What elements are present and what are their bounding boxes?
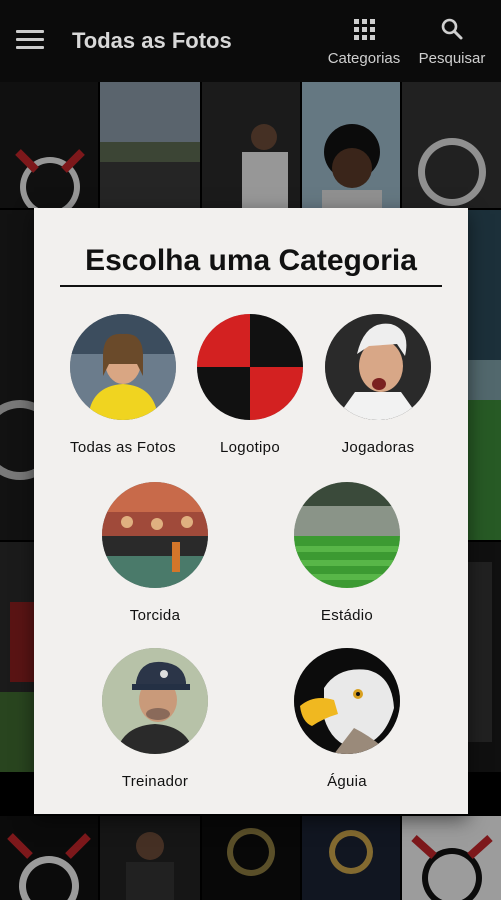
category-label: Águia xyxy=(327,773,367,790)
app-bar: Todas as Fotos Categorias Pesquisar xyxy=(0,0,501,82)
category-image xyxy=(294,648,400,754)
category-label: Todas as Fotos xyxy=(70,439,176,456)
search-icon xyxy=(414,16,490,42)
hamburger-menu-icon[interactable] xyxy=(16,30,44,50)
category-label: Treinador xyxy=(121,773,189,790)
category-image xyxy=(197,314,303,420)
category-image xyxy=(70,314,176,420)
grid-icon xyxy=(322,16,406,42)
category-image xyxy=(325,314,431,420)
category-image xyxy=(102,648,208,754)
app-title: Todas as Fotos xyxy=(72,28,232,53)
category-label: Jogadoras xyxy=(341,439,415,456)
category-treinador[interactable]: Treinador xyxy=(90,648,220,790)
category-dialog: Escolha uma Categoria Todas as Fotos Log… xyxy=(34,208,468,814)
categories-label: Categorias xyxy=(327,50,401,67)
category-image xyxy=(294,482,400,588)
category-todas-as-fotos[interactable]: Todas as Fotos xyxy=(58,314,188,456)
search-button[interactable]: Pesquisar xyxy=(414,16,490,67)
category-jogadoras[interactable]: Jogadoras xyxy=(313,314,443,456)
category-label: Torcida xyxy=(129,607,181,624)
category-label: Logotipo xyxy=(220,439,280,456)
category-image xyxy=(102,482,208,588)
title-divider xyxy=(60,285,442,287)
search-label: Pesquisar xyxy=(418,50,486,67)
category-logotipo[interactable]: Logotipo xyxy=(185,314,315,456)
category-label: Estádio xyxy=(320,607,374,624)
categories-button[interactable]: Categorias xyxy=(322,16,406,67)
category-estadio[interactable]: Estádio xyxy=(282,482,412,624)
category-torcida[interactable]: Torcida xyxy=(90,482,220,624)
category-aguia[interactable]: Águia xyxy=(282,648,412,790)
dialog-title: Escolha uma Categoria xyxy=(85,244,417,277)
